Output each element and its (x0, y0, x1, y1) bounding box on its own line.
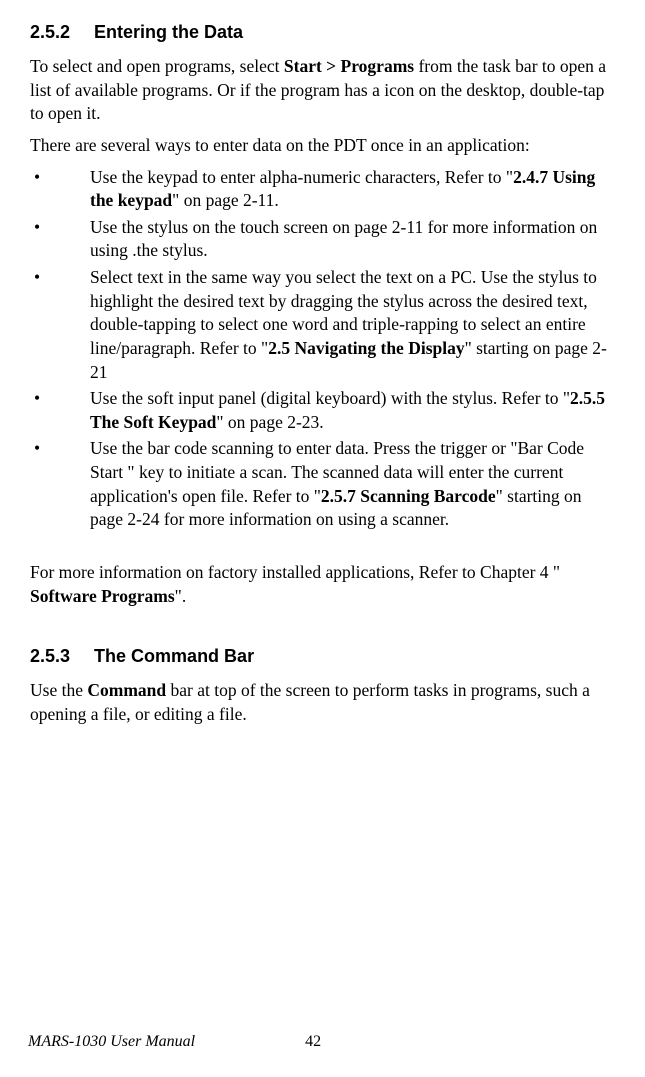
list-item: • Select text in the same way you select… (30, 266, 615, 384)
heading-253-title: The Command Bar (94, 646, 254, 666)
heading-252: 2.5.2 Entering the Data (30, 22, 615, 43)
list-item: • Use the stylus on the touch screen on … (30, 216, 615, 263)
bullet-list: • Use the keypad to enter alpha-numeric … (30, 166, 615, 532)
bullet-icon: • (30, 216, 90, 263)
bold-text: 2.5 Navigating the Display (268, 338, 464, 358)
page-footer: MARS-1030 User Manual 42 (28, 1033, 321, 1051)
list-item-text: Select text in the same way you select t… (90, 266, 615, 384)
page-number: 42 (305, 1033, 321, 1050)
bold-text: 2.5.7 Scanning Barcode (321, 486, 496, 506)
list-item-text: Use the keypad to enter alpha-numeric ch… (90, 166, 615, 213)
heading-253: 2.5.3 The Command Bar (30, 646, 615, 667)
list-item-text: Use the bar code scanning to enter data.… (90, 437, 615, 532)
para-252-1: To select and open programs, select Star… (30, 55, 615, 126)
para-253-1: Use the Command bar at top of the screen… (30, 679, 615, 726)
list-item: • Use the bar code scanning to enter dat… (30, 437, 615, 532)
bullet-icon: • (30, 266, 90, 384)
text-span: Use the soft input panel (digital keyboa… (90, 388, 570, 408)
text-span: To select and open programs, select (30, 56, 284, 76)
text-span: Use the (30, 680, 87, 700)
text-span: For more information on factory installe… (30, 562, 560, 582)
para-252-3: For more information on factory installe… (30, 561, 615, 608)
bullet-icon: • (30, 166, 90, 213)
heading-252-title: Entering the Data (94, 22, 243, 42)
list-item-text: Use the stylus on the touch screen on pa… (90, 216, 615, 263)
text-span: " on page 2-23. (216, 412, 323, 432)
bold-text: Software Programs (30, 586, 175, 606)
bullet-icon: • (30, 437, 90, 532)
list-item-text: Use the soft input panel (digital keyboa… (90, 387, 615, 434)
bullet-icon: • (30, 387, 90, 434)
heading-253-number: 2.5.3 (30, 646, 70, 666)
list-item: • Use the soft input panel (digital keyb… (30, 387, 615, 434)
list-item: • Use the keypad to enter alpha-numeric … (30, 166, 615, 213)
heading-252-number: 2.5.2 (30, 22, 70, 42)
bold-text: Start > Programs (284, 56, 414, 76)
text-span: " on page 2-11. (172, 190, 279, 210)
para-252-2: There are several ways to enter data on … (30, 134, 615, 158)
manual-title: MARS-1030 User Manual (28, 1033, 195, 1050)
text-span: Use the keypad to enter alpha-numeric ch… (90, 167, 513, 187)
bold-text: Command (87, 680, 166, 700)
text-span: ". (175, 586, 187, 606)
document-page: 2.5.2 Entering the Data To select and ope… (0, 0, 645, 726)
